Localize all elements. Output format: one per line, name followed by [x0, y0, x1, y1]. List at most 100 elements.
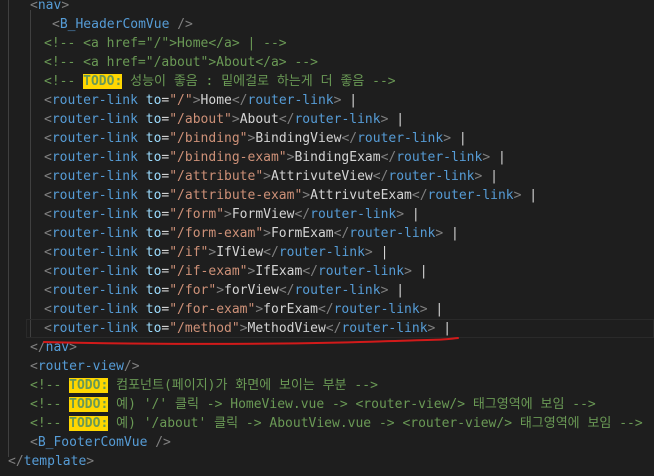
code-token: < — [52, 17, 60, 32]
code-line[interactable]: <!-- TODO: 성능이 좋음 : 밑에걸로 하는게 더 좋음 --> — [44, 72, 396, 91]
code-token: to — [145, 283, 162, 298]
code-token: <!-- — [30, 397, 70, 412]
code-line[interactable]: <router-link to="/method">MethodView</ro… — [44, 319, 451, 338]
code-token: </ — [380, 150, 397, 165]
code-line[interactable]: <router-link to="/binding">BindingView</… — [44, 129, 467, 148]
code-token: > — [404, 264, 412, 279]
code-token: AttrivuteExam — [310, 188, 412, 203]
code-line[interactable]: <!-- <a href="/about">About</a> --> — [44, 53, 318, 72]
code-token: "/for" — [169, 283, 217, 298]
code-token: router-link — [51, 207, 138, 222]
code-line[interactable]: <router-link to="/for-exam">forExam</rou… — [44, 300, 443, 319]
code-line[interactable]: <router-link to="/binding-exam">BindingE… — [44, 148, 506, 167]
code-token: < — [44, 150, 52, 165]
code-token: 예) '/about' 클릭 -> AboutView.vue -> <rout… — [108, 416, 643, 431]
code-token: router-link — [333, 302, 420, 317]
code-token: </ — [302, 264, 318, 279]
code-token: | — [451, 131, 467, 146]
code-line[interactable]: <nav> — [30, 0, 69, 15]
code-token: </ — [278, 112, 295, 127]
code-line[interactable]: <router-link to="/about">About</router-l… — [44, 110, 404, 129]
code-token: router-link — [427, 188, 514, 203]
code-token: </ — [372, 169, 389, 184]
code-line[interactable]: <router-link to="/form-exam">FormExam</r… — [44, 224, 459, 243]
code-token: | — [372, 245, 389, 260]
code-token: to — [145, 321, 162, 336]
code-line[interactable]: <router-link to="/">Home</router-link> | — [44, 91, 357, 110]
code-token: About — [239, 112, 279, 127]
code-token: | — [341, 93, 358, 108]
code-token: router-link — [51, 131, 138, 146]
code-line[interactable]: <B_HeaderComVue /> — [52, 15, 193, 34]
code-token: > — [443, 131, 452, 146]
code-token: < — [44, 188, 52, 203]
code-token: </ — [8, 454, 24, 469]
code-token: template — [23, 454, 87, 469]
code-token: router-link — [51, 245, 138, 260]
code-token: > — [396, 207, 405, 222]
code-token: | — [411, 264, 428, 279]
code-token: < — [30, 0, 38, 13]
code-line[interactable]: </nav> — [30, 338, 77, 357]
code-token: | — [482, 169, 498, 184]
code-line[interactable]: <!-- TODO: 컴포넌트(페이지)가 화면에 보이는 부분 --> — [30, 376, 378, 395]
code-token: <!-- — [44, 74, 84, 89]
code-token: /> — [177, 17, 193, 32]
code-token: "/" — [169, 93, 193, 108]
code-token: router-link — [357, 131, 444, 146]
code-token: < — [44, 112, 52, 127]
code-token: > — [86, 454, 95, 469]
code-token: to — [145, 169, 162, 184]
code-token: forView — [224, 283, 279, 298]
code-token: "/binding" — [169, 131, 248, 146]
code-token: </ — [263, 245, 279, 260]
code-line[interactable]: <router-link to="/attribute-exam">Attriv… — [44, 186, 537, 205]
code-line[interactable]: <router-link to="/if-exam">IfExam</route… — [44, 262, 428, 281]
code-token: | — [404, 207, 420, 222]
code-line[interactable]: <!-- TODO: 예) '/' 클릭 -> HomeView.vue -> … — [30, 395, 596, 414]
code-token: router-link — [388, 169, 475, 184]
code-token: <!-- — [30, 416, 70, 431]
todo-keyword: TODO: — [69, 397, 109, 412]
code-token: to — [145, 131, 162, 146]
code-token: router-link — [310, 207, 397, 222]
code-line[interactable]: </template> — [8, 452, 94, 471]
code-token: > — [302, 188, 311, 203]
code-token: | — [521, 188, 538, 203]
code-token: router-link — [294, 283, 381, 298]
code-token: "/attribute" — [169, 169, 264, 184]
code-line[interactable]: <!-- <a href="/">Home</a> | --> — [44, 34, 287, 53]
code-line[interactable]: <router-view/> — [30, 357, 140, 376]
code-token: router-view — [37, 359, 124, 374]
code-token: router-link — [247, 93, 334, 108]
code-token: < — [30, 435, 38, 450]
code-token: "/if-exam" — [169, 264, 248, 279]
code-line[interactable]: <!-- TODO: 예) '/about' 클릭 -> AboutView.v… — [30, 414, 643, 433]
code-token: < — [44, 93, 52, 108]
code-line[interactable]: <B_FooterComVue /> — [30, 433, 171, 452]
code-line[interactable]: <router-link to="/form">FormView</router… — [44, 205, 420, 224]
code-token: < — [44, 226, 52, 241]
code-token: nav — [45, 340, 70, 355]
code-token: > — [255, 302, 264, 317]
code-token: | — [388, 112, 405, 127]
code-token: Home — [200, 93, 232, 108]
code-editor[interactable]: <nav> <B_HeaderComVue /> <!-- <a href="/">… — [0, 0, 654, 476]
code-token: IfView — [216, 245, 264, 260]
code-line[interactable]: <router-link to="/if">IfView</router-lin… — [44, 243, 388, 262]
indent-guide-nav — [30, 10, 31, 338]
code-token: > — [239, 321, 248, 336]
code-line[interactable]: <router-link to="/for">forView</router-l… — [44, 281, 404, 300]
code-token: /> — [123, 359, 140, 374]
code-token: > — [263, 226, 271, 241]
code-token: > — [231, 112, 240, 127]
code-line[interactable]: <router-link to="/attribute">AttrivuteVi… — [44, 167, 498, 186]
code-token: "/if" — [169, 245, 209, 260]
code-token: | — [388, 283, 405, 298]
